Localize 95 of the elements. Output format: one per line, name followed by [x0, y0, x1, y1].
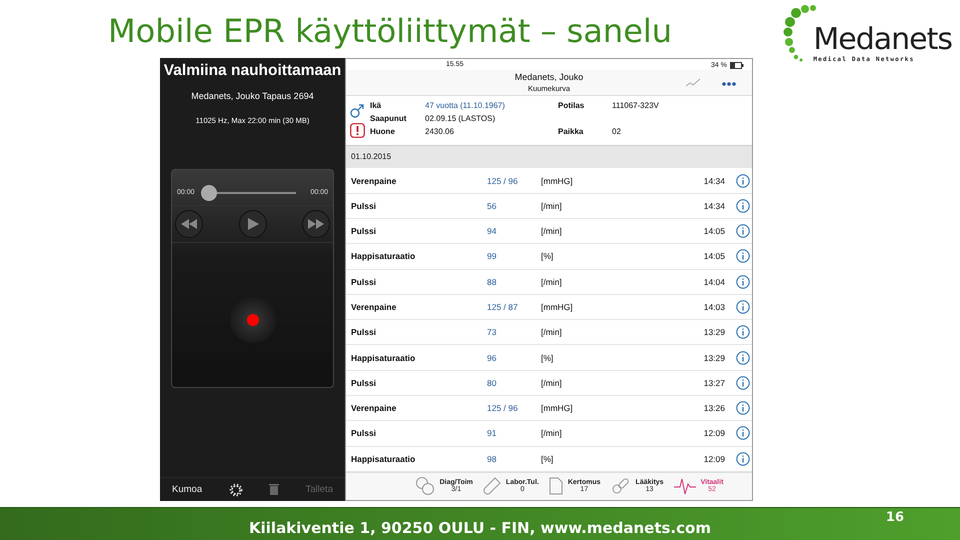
fast-forward-icon	[308, 219, 324, 229]
vital-unit: [mmHG]	[541, 176, 574, 186]
patient-case: Medanets, Jouko Tapaus 2694	[191, 91, 314, 101]
date-header: 01.10.2015	[346, 146, 752, 168]
vital-time: 12:09	[702, 428, 725, 438]
vital-value: 96	[487, 352, 498, 363]
vital-name: Happisaturaatio	[351, 454, 416, 464]
field-value: 02.09.15 (LASTOS)	[425, 113, 496, 126]
vital-value: 125 / 87	[487, 302, 519, 312]
vital-time: 14:34	[702, 200, 725, 211]
info-icon[interactable]	[736, 401, 750, 416]
vital-unit: [/min]	[541, 276, 563, 287]
field-label: Ikä	[370, 100, 382, 112]
info-icon[interactable]	[736, 249, 750, 264]
vital-value: 80	[487, 378, 498, 388]
vital-unit: [%]	[541, 454, 554, 464]
alert-icon	[350, 123, 365, 138]
info-icon[interactable]	[736, 274, 750, 289]
vital-time: 13:26	[702, 403, 725, 414]
play-button[interactable]	[238, 210, 266, 238]
field-label: Saapunut	[370, 113, 408, 126]
info-icon[interactable]	[736, 198, 750, 213]
vital-value: 99	[487, 251, 498, 262]
vital-unit: [/min]	[541, 327, 563, 338]
info-icon[interactable]	[736, 452, 750, 466]
info-icon[interactable]	[736, 224, 750, 238]
vital-unit: [/min]	[541, 226, 563, 236]
vital-value: 91	[487, 428, 498, 438]
rewind-icon	[181, 219, 197, 229]
info-icon[interactable]	[736, 325, 750, 340]
pills-icon	[610, 477, 631, 496]
vital-time: 13:29	[702, 352, 725, 363]
vital-unit: [%]	[541, 251, 554, 262]
fast-forward-button[interactable]	[302, 210, 330, 238]
vital-value: 125 / 96	[487, 176, 519, 186]
vital-time: 14:34	[702, 176, 725, 186]
vital-value: 88	[487, 276, 498, 287]
vital-name: Pulssi	[351, 327, 378, 338]
vital-name: Pulssi	[351, 200, 378, 211]
rewind-button[interactable]	[175, 210, 203, 238]
circles-icon	[414, 476, 435, 496]
vital-name: Pulssi	[351, 428, 378, 438]
vital-unit: [/min]	[541, 200, 563, 211]
vital-name: Happisaturaatio	[351, 251, 416, 262]
field-value: 111067-323V	[612, 100, 659, 112]
vital-unit: [/min]	[541, 428, 563, 438]
vital-value: 98	[487, 454, 498, 464]
male-icon	[350, 104, 364, 118]
test-tube-icon	[482, 477, 501, 496]
vital-time: 14:05	[702, 251, 725, 262]
patient-name: Medanets, Jouko	[514, 72, 584, 82]
vital-name: Verenpaine	[351, 302, 398, 312]
info-icon[interactable]	[736, 300, 750, 314]
vital-name: Pulssi	[351, 276, 378, 287]
recorder-title: Valmiina nauhoittamaan	[164, 62, 342, 80]
vital-value: 56	[487, 200, 498, 211]
page-number: 16	[886, 510, 904, 525]
play-icon	[246, 218, 258, 230]
field-label: Huone	[370, 126, 396, 138]
vital-unit: [mmHG]	[541, 302, 574, 312]
vital-name: Pulssi	[351, 226, 378, 236]
vital-unit: [mmHG]	[541, 403, 574, 414]
vital-name: Happisaturaatio	[351, 352, 416, 363]
heartbeat-icon	[674, 477, 696, 496]
document-icon	[548, 477, 563, 496]
settings-icon[interactable]	[228, 482, 243, 496]
footer-address: Kiilakiventie 1, 90250 OULU - FIN, www.medanets.com	[249, 519, 711, 539]
vital-time: 13:29	[702, 327, 725, 338]
vital-name: Pulssi	[351, 378, 378, 388]
vital-time: 14:03	[702, 302, 725, 312]
field-label: Paikka	[558, 126, 584, 138]
vital-value: 125 / 96	[487, 403, 519, 414]
more-icon[interactable]	[722, 82, 736, 86]
vital-time: 14:05	[702, 226, 725, 236]
info-icon[interactable]	[736, 426, 750, 440]
vital-time: 14:04	[702, 276, 725, 287]
vital-name: Verenpaine	[351, 403, 398, 414]
vital-time: 12:09	[702, 454, 725, 464]
info-icon[interactable]	[736, 350, 750, 365]
vital-unit: [/min]	[541, 378, 563, 388]
battery-icon	[730, 62, 744, 69]
vital-value: 73	[487, 327, 498, 338]
field-value: 02	[612, 126, 622, 138]
info-icon[interactable]	[736, 376, 750, 390]
info-icon[interactable]	[736, 174, 750, 188]
vital-time: 13:27	[702, 378, 725, 388]
vital-value: 94	[487, 226, 498, 236]
logo-name: Medanets	[813, 24, 952, 56]
undo-button[interactable]: Kumoa	[172, 484, 202, 495]
field-value: 2430.06	[425, 126, 455, 138]
field-value[interactable]: 47 vuotta (11.10.1967)	[425, 100, 558, 112]
field-label: Potilas	[558, 100, 586, 112]
vital-unit: [%]	[541, 352, 554, 363]
slide-title: Mobile EPR käyttöliittymät – sanelu	[108, 12, 672, 50]
vital-name: Verenpaine	[351, 176, 398, 186]
